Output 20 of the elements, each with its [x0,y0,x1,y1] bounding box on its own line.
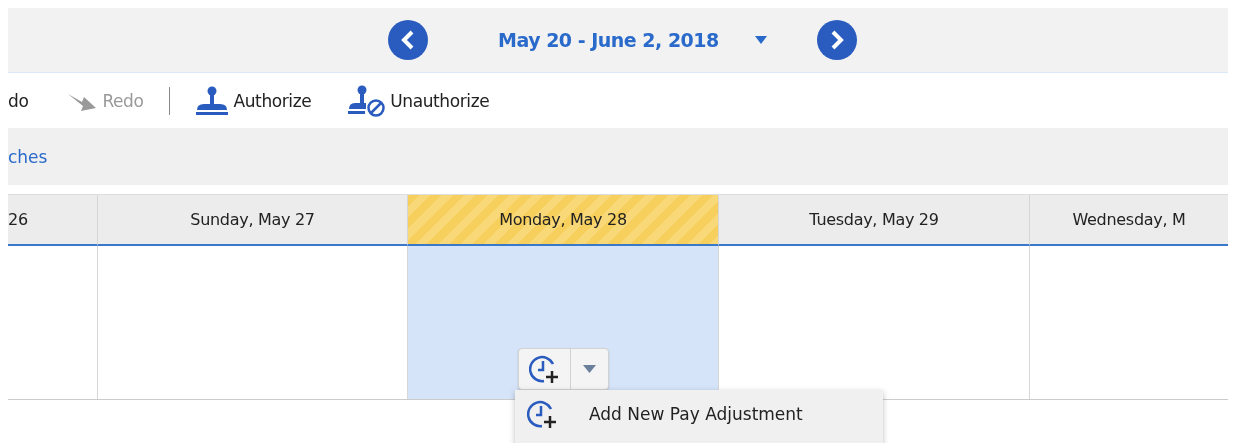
chevron-left-icon [400,30,416,50]
caret-down-icon [583,365,596,373]
clock-plus-icon [527,398,559,430]
unauthorize-button[interactable]: Unauthorize [346,84,490,117]
previous-button[interactable] [388,20,428,60]
authorize-button[interactable]: Authorize [193,85,312,116]
stamp-icon [193,85,230,116]
day-header: Sunday, May 27 [97,195,407,246]
filter-link[interactable]: ches [8,146,48,167]
day-header: Wednesday, M [1029,195,1228,246]
clock-plus-icon [528,353,561,385]
menu-item[interactable]: Add New Pay Adjustment [515,390,883,438]
date-range-dropdown[interactable]: May 20 - June 2, 2018 [498,29,767,51]
caret-down-icon [754,36,767,44]
stamp-blocked-icon [346,84,387,117]
day-header: 26 [8,195,97,246]
undo-button[interactable]: do [8,90,29,111]
day-header: Monday, May 28 [407,195,718,246]
next-button[interactable] [816,20,857,60]
day-header: Tuesday, May 29 [718,195,1029,246]
